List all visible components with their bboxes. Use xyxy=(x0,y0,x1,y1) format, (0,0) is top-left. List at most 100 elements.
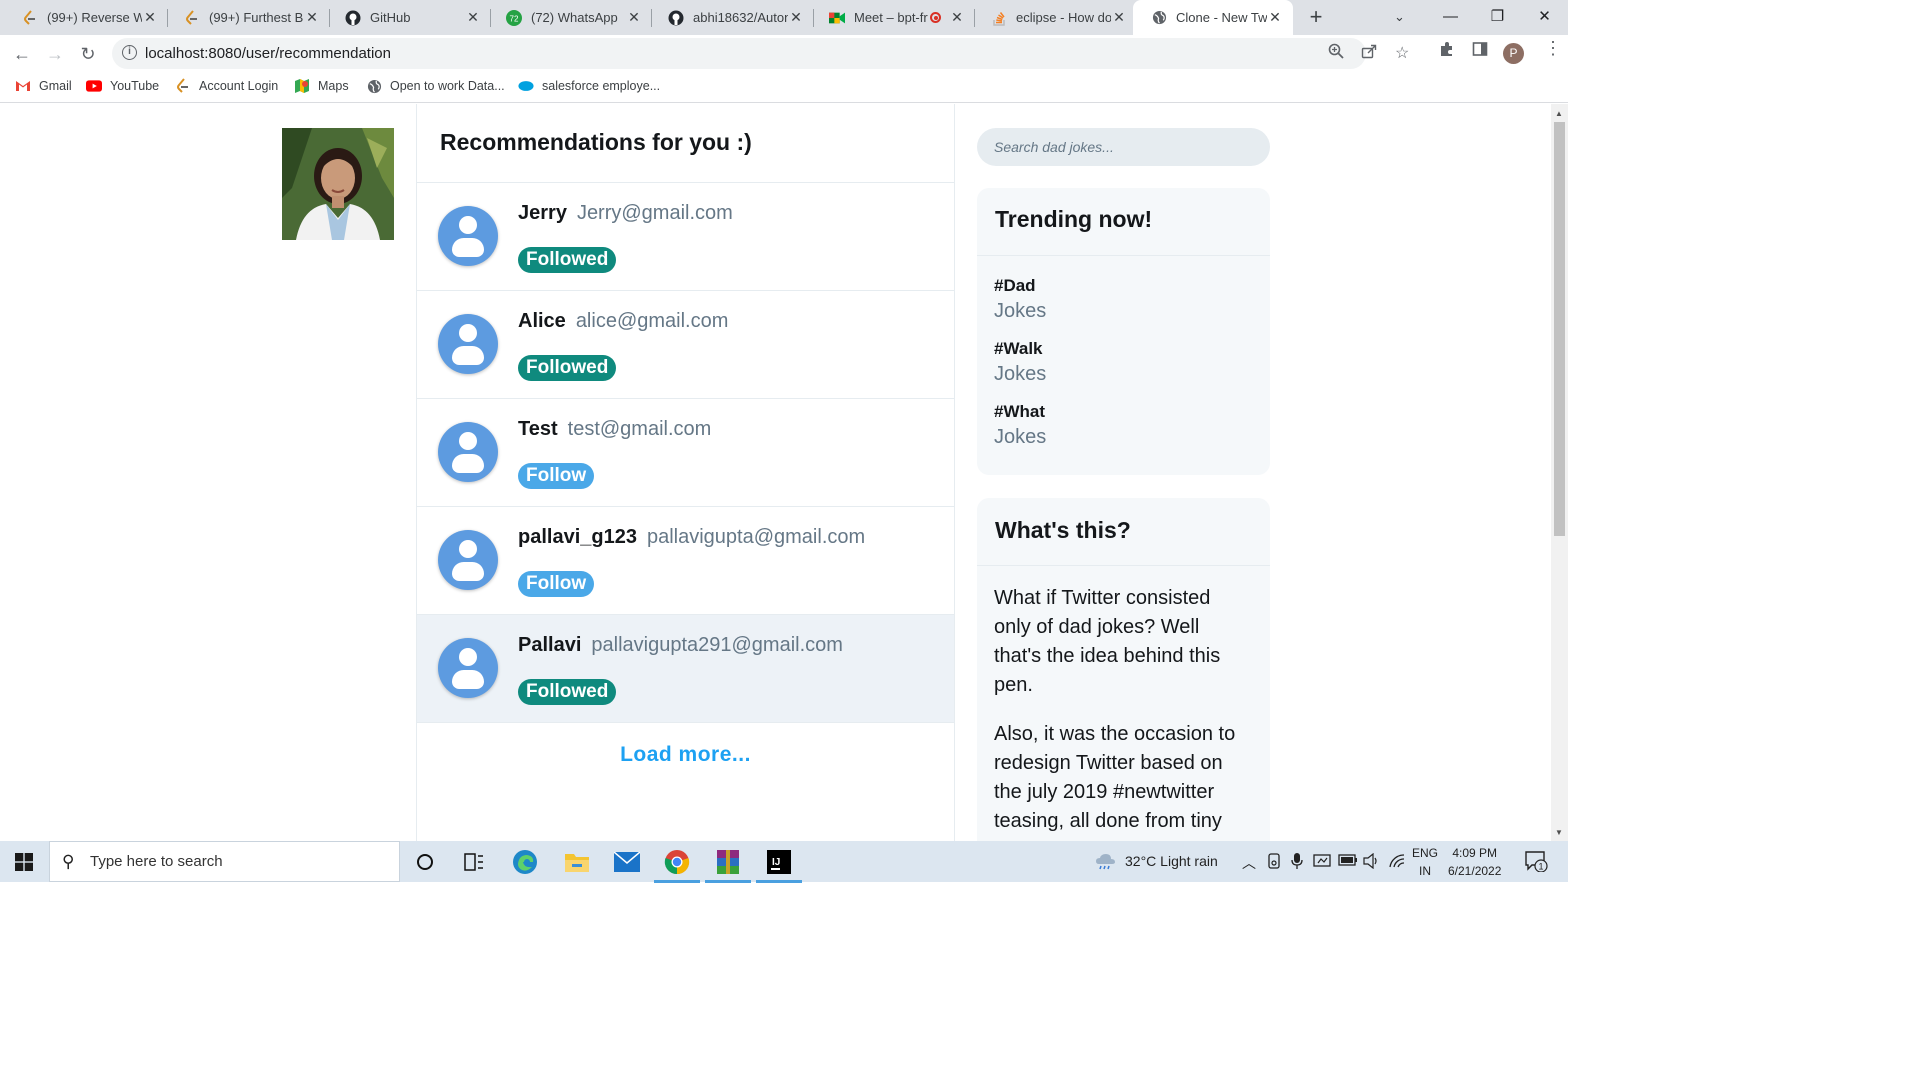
recommendation-item: Test test@gmail.com Follow xyxy=(417,399,954,507)
close-icon[interactable]: ✕ xyxy=(304,9,320,26)
mail-icon[interactable] xyxy=(612,847,642,877)
close-icon[interactable]: ✕ xyxy=(1111,9,1127,26)
followed-button[interactable]: Followed xyxy=(518,679,617,705)
bookmark-gmail[interactable]: Gmail xyxy=(15,78,72,94)
scroll-down-icon[interactable]: ▼ xyxy=(1555,828,1563,837)
close-icon[interactable]: ✕ xyxy=(142,9,158,26)
new-tab-button[interactable]: + xyxy=(1303,4,1329,30)
edge-icon[interactable] xyxy=(510,847,540,877)
taskbar-search-box[interactable]: ⚲ Type here to search xyxy=(49,841,400,882)
tab-title: Clone - New Twit xyxy=(1176,10,1267,25)
close-icon[interactable]: ✕ xyxy=(465,9,481,26)
page-scrollbar[interactable]: ▲ ▼ xyxy=(1551,104,1568,841)
file-explorer-icon[interactable] xyxy=(562,847,592,877)
trend-item[interactable]: #Dad Jokes xyxy=(977,276,1270,323)
github-icon xyxy=(668,10,684,26)
minimize-icon[interactable]: — xyxy=(1427,0,1474,35)
user-avatar-icon[interactable] xyxy=(438,638,498,698)
user-name[interactable]: pallavi_g123 xyxy=(518,526,637,548)
browser-tab[interactable]: 72 (72) WhatsApp ✕ xyxy=(488,0,652,35)
user-name[interactable]: Jerry xyxy=(518,202,567,224)
language-indicator[interactable]: ENG IN xyxy=(1412,844,1438,880)
browser-tab[interactable]: (99+) Reverse Wo ✕ xyxy=(4,0,168,35)
browser-tab[interactable]: (99+) Furthest Bu ✕ xyxy=(166,0,330,35)
forward-button[interactable]: → xyxy=(41,40,69,68)
close-icon[interactable]: ✕ xyxy=(788,9,804,26)
bookmark-maps[interactable]: Maps xyxy=(294,78,349,94)
task-view-icon[interactable] xyxy=(459,847,489,877)
cortana-icon[interactable] xyxy=(410,847,440,877)
trend-tag: #Dad xyxy=(994,276,1036,295)
bookmark-star-icon[interactable]: ☆ xyxy=(1395,43,1409,63)
bookmark-account-login[interactable]: Account Login xyxy=(175,78,278,94)
browser-tab[interactable]: abhi18632/Auton ✕ xyxy=(650,0,814,35)
system-clock[interactable]: 4:09 PM 6/21/2022 xyxy=(1448,844,1501,880)
intellij-icon[interactable]: IJ xyxy=(756,847,802,883)
salesforce-icon xyxy=(518,78,534,94)
follow-button[interactable]: Follow xyxy=(518,463,595,489)
user-name[interactable]: Alice xyxy=(518,310,566,332)
browser-tab-active[interactable]: Clone - New Twit ✕ xyxy=(1133,0,1293,35)
scroll-up-icon[interactable]: ▲ xyxy=(1555,109,1563,118)
volume-icon[interactable] xyxy=(1363,852,1381,872)
extensions-icon[interactable] xyxy=(1439,41,1455,62)
user-profile-photo[interactable] xyxy=(282,128,394,240)
scrollbar-thumb[interactable] xyxy=(1554,122,1565,536)
windows-taskbar: ⚲ Type here to search IJ 32°C Light rain… xyxy=(0,841,1568,883)
close-icon[interactable]: ✕ xyxy=(949,9,965,26)
menu-kebab-icon[interactable]: ⋮ xyxy=(1544,38,1562,59)
user-avatar-icon[interactable] xyxy=(438,206,498,266)
load-more-link[interactable]: Load more... xyxy=(417,743,954,767)
device-icon[interactable] xyxy=(1267,853,1281,872)
bookmark-label: Account Login xyxy=(199,79,279,93)
address-bar[interactable]: i localhost:8080/user/recommendation ☆ xyxy=(112,38,1409,69)
windows-start-button[interactable] xyxy=(0,841,48,882)
close-icon[interactable]: ✕ xyxy=(1267,9,1283,26)
restore-icon[interactable]: ❐ xyxy=(1474,0,1521,35)
winrar-icon[interactable] xyxy=(705,847,751,883)
bookmark-open-to-work[interactable]: Open to work Data... xyxy=(366,78,505,94)
windows-logo-icon xyxy=(15,852,33,871)
browser-tab[interactable]: eclipse - How do ✕ xyxy=(973,0,1137,35)
weather-text[interactable]: 32°C Light rain xyxy=(1125,853,1218,869)
bookmark-youtube[interactable]: YouTube xyxy=(86,78,159,94)
browser-tab[interactable]: GitHub ✕ xyxy=(327,0,491,35)
reload-button[interactable]: ↻ xyxy=(74,40,102,68)
microphone-icon[interactable] xyxy=(1291,853,1303,872)
chrome-icon[interactable] xyxy=(654,847,700,883)
trend-item[interactable]: #What Jokes xyxy=(977,402,1270,449)
bookmark-salesforce[interactable]: salesforce employe... xyxy=(518,78,660,94)
search-input[interactable] xyxy=(977,128,1270,166)
notification-center-icon[interactable]: 1 xyxy=(1524,850,1548,875)
battery-icon[interactable] xyxy=(1338,853,1358,869)
trend-item[interactable]: #Walk Jokes xyxy=(977,339,1270,386)
network-display-icon[interactable] xyxy=(1313,853,1331,872)
meet-icon xyxy=(829,10,845,26)
back-button[interactable]: ← xyxy=(8,40,36,68)
window-close-icon[interactable]: ✕ xyxy=(1521,0,1568,35)
user-name[interactable]: Test xyxy=(518,418,558,440)
trend-subtitle: Jokes xyxy=(994,363,1047,385)
profile-avatar[interactable]: P xyxy=(1503,43,1524,64)
show-hidden-icons-icon[interactable]: ︿ xyxy=(1242,853,1256,873)
site-info-icon[interactable]: i xyxy=(122,45,137,60)
follow-button[interactable]: Follow xyxy=(518,571,595,597)
wifi-icon[interactable] xyxy=(1388,853,1406,872)
user-name[interactable]: Pallavi xyxy=(518,634,581,656)
zoom-icon[interactable] xyxy=(1328,43,1344,64)
tab-search-icon[interactable]: ⌄ xyxy=(1394,0,1405,33)
share-icon[interactable] xyxy=(1361,43,1377,64)
followed-button[interactable]: Followed xyxy=(518,355,617,381)
user-avatar-icon[interactable] xyxy=(438,314,498,374)
user-avatar-icon[interactable] xyxy=(438,530,498,590)
whatsapp-icon: 72 xyxy=(506,9,522,26)
browser-tab[interactable]: Meet – bpt-fr ✕ xyxy=(811,0,975,35)
weather-icon[interactable] xyxy=(1094,851,1118,874)
language-code: ENG xyxy=(1412,846,1439,860)
url-text: localhost:8080/user/recommendation xyxy=(145,45,391,62)
followed-button[interactable]: Followed xyxy=(518,247,617,273)
close-icon[interactable]: ✕ xyxy=(626,9,642,26)
side-panel-icon[interactable] xyxy=(1472,41,1488,62)
user-avatar-icon[interactable] xyxy=(438,422,498,482)
trending-title: Trending now! xyxy=(977,188,1270,256)
